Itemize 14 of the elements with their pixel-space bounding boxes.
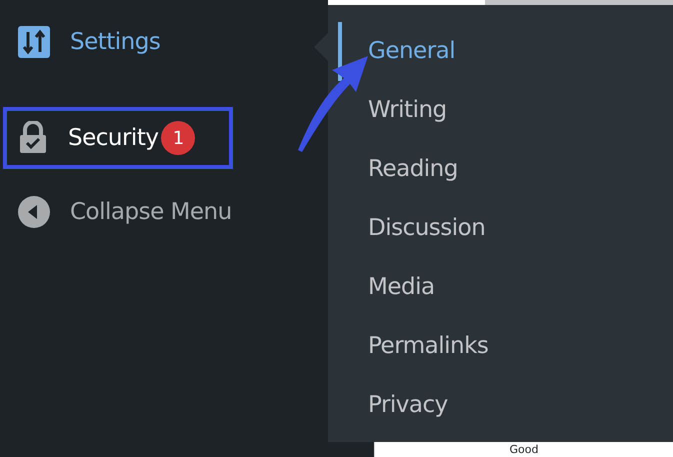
menu-item[interactable]: Security 1: [3, 107, 233, 169]
menu-item[interactable]: Collapse Menu: [0, 187, 230, 237]
submenu-item[interactable]: Writing: [328, 81, 673, 140]
collapse-icon: [18, 196, 50, 228]
submenu-item[interactable]: Permalinks: [328, 317, 673, 376]
submenu-item[interactable]: Privacy: [328, 376, 673, 435]
submenu-item[interactable]: Media: [328, 258, 673, 317]
background-text: Good: [510, 444, 538, 455]
menu-item[interactable]: Settings: [0, 17, 246, 67]
count-badge: 1: [161, 121, 196, 155]
sliders-icon: [18, 26, 50, 58]
lock-icon: [18, 121, 48, 155]
submenu-item[interactable]: Discussion: [328, 199, 673, 258]
submenu-item[interactable]: Reading: [328, 140, 673, 199]
